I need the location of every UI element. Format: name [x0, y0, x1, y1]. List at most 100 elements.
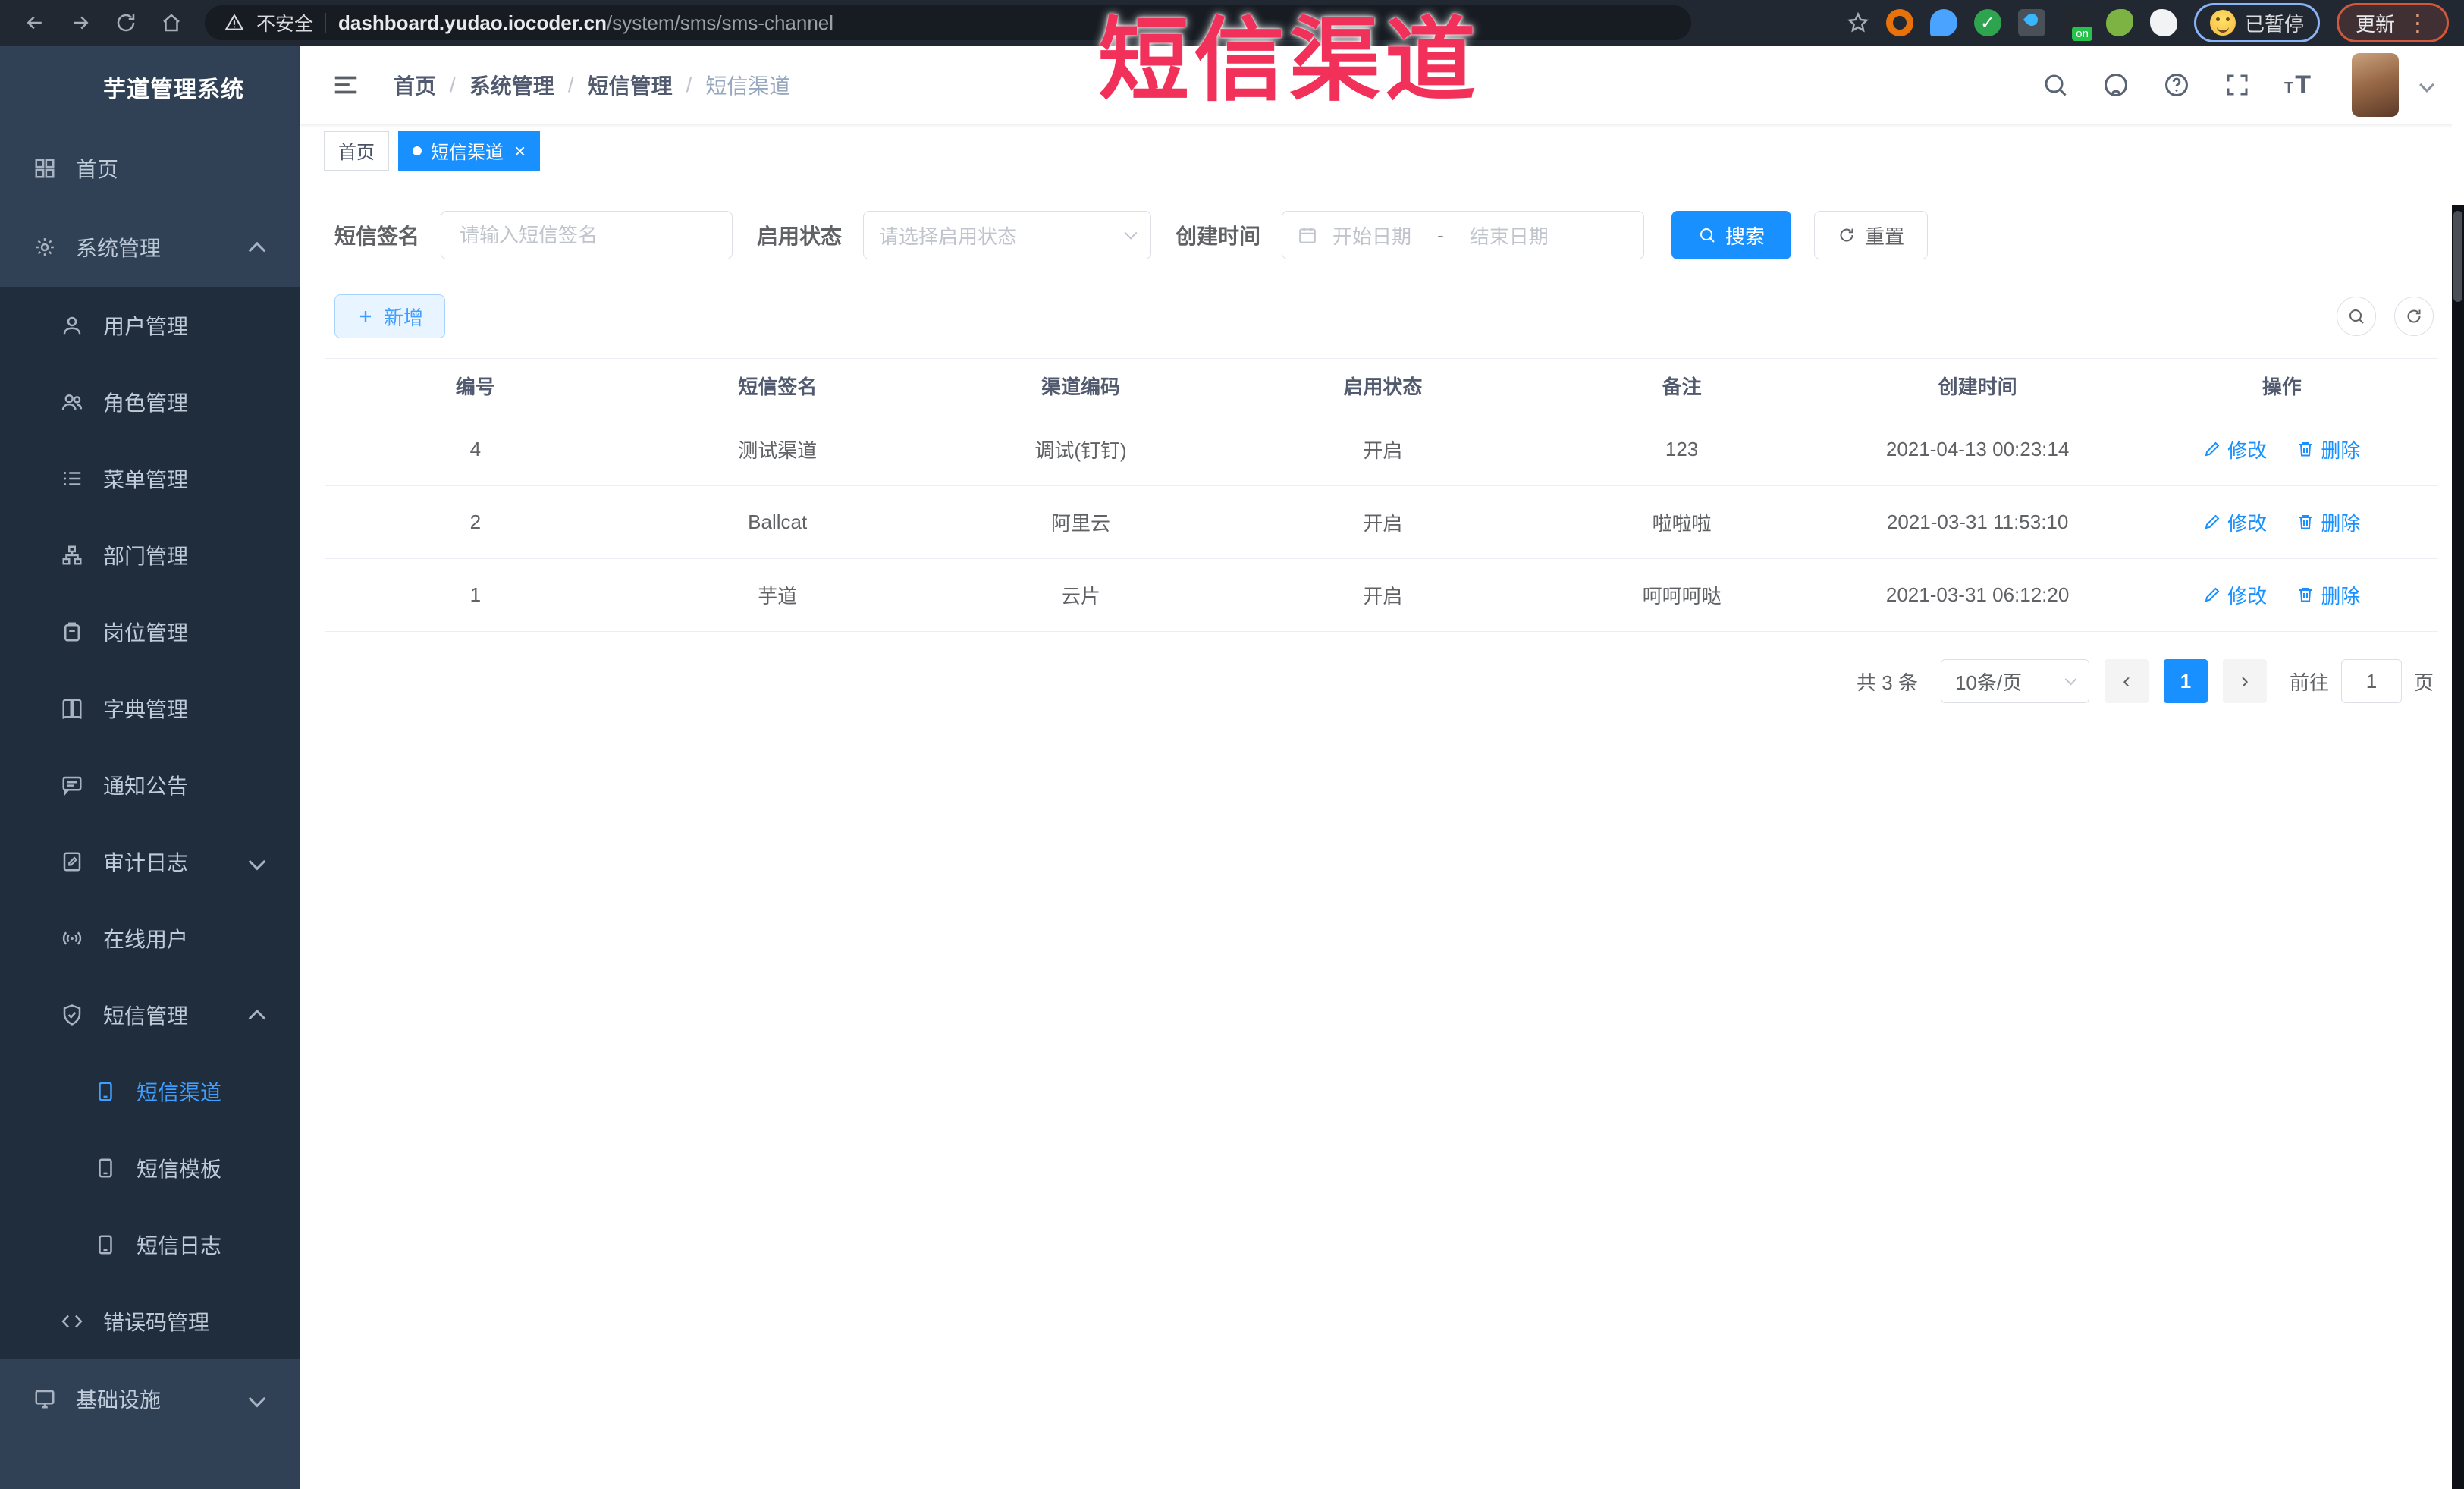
app-logo: [38, 64, 85, 111]
edit-link[interactable]: 修改: [2203, 435, 2267, 463]
sidebar-item-menu-mgmt[interactable]: 菜单管理: [0, 440, 300, 517]
gear-icon: [33, 236, 56, 259]
paused-extension-pill[interactable]: 已暂停: [2193, 3, 2320, 42]
page-scrollbar[interactable]: [2452, 91, 2464, 1489]
browser-forward-icon[interactable]: [61, 5, 100, 41]
browser-menu-icon[interactable]: ⋮: [2406, 11, 2430, 35]
sidebar-logo-row[interactable]: 芋道管理系统: [0, 46, 300, 129]
user-icon: [61, 314, 83, 337]
breadcrumb-item[interactable]: 首页: [394, 70, 436, 100]
sidebar-item-dict-mgmt[interactable]: 字典管理: [0, 670, 300, 746]
fullscreen-icon[interactable]: [2224, 71, 2251, 99]
tag-home[interactable]: 首页: [324, 130, 389, 171]
bookmark-star-icon[interactable]: [1847, 11, 1869, 34]
phone-icon: [94, 1080, 117, 1103]
delete-link[interactable]: 删除: [2296, 435, 2360, 463]
cell-actions: 修改 删除: [2125, 413, 2438, 486]
org-tree-icon: [61, 544, 83, 567]
extension-icon-pin[interactable]: [1929, 9, 1957, 36]
avatar-caret-icon[interactable]: [2419, 77, 2434, 93]
sidebar-item-user-mgmt[interactable]: 用户管理: [0, 287, 300, 363]
tags-view-bar: 首页 短信渠道 ×: [300, 124, 2464, 177]
sidebar-item-dept-mgmt[interactable]: 部门管理: [0, 517, 300, 593]
top-navbar: 首页 / 系统管理 / 短信管理 / 短信渠道 TT: [300, 46, 2464, 124]
sidebar-item-notice[interactable]: 通知公告: [0, 746, 300, 823]
edit-link[interactable]: 修改: [2203, 581, 2267, 609]
page-content: 短信签名 启用状态 请选择启用状态 创建时间 开始日期 - 结束日期: [300, 177, 2464, 1489]
breadcrumb-item-current: 短信渠道: [705, 74, 791, 98]
search-button[interactable]: 搜索: [1671, 211, 1792, 259]
breadcrumb: 首页 / 系统管理 / 短信管理 / 短信渠道: [394, 70, 790, 100]
trash-icon: [2298, 442, 2313, 457]
browser-update-button[interactable]: 更新 ⋮: [2336, 3, 2449, 42]
tag-sms-channel[interactable]: 短信渠道 ×: [398, 130, 541, 171]
breadcrumb-item[interactable]: 系统管理: [469, 70, 554, 100]
next-page-button[interactable]: ›: [2222, 659, 2267, 703]
close-icon[interactable]: ×: [514, 141, 526, 161]
sidebar-item-infrastructure[interactable]: 基础设施: [0, 1359, 300, 1438]
date-range-picker[interactable]: 开始日期 - 结束日期: [1282, 211, 1645, 259]
avatar[interactable]: [2352, 53, 2399, 117]
search-icon[interactable]: [2042, 71, 2069, 99]
page-number-1[interactable]: 1: [2163, 659, 2208, 703]
sidebar-item-online-users[interactable]: 在线用户: [0, 900, 300, 976]
cell-remark: 呵呵呵哒: [1533, 558, 1830, 632]
github-icon[interactable]: [2102, 71, 2130, 99]
sidebar-item-error-code[interactable]: 错误码管理: [0, 1283, 300, 1359]
status-select[interactable]: 请选择启用状态: [863, 211, 1152, 259]
sidebar-item-role-mgmt[interactable]: 角色管理: [0, 363, 300, 440]
signature-input[interactable]: [441, 211, 733, 259]
sms-channel-table: 编号 短信签名 渠道编码 启用状态 备注 创建时间 操作 4 测试渠道 调试(钉…: [325, 358, 2438, 632]
prev-page-button[interactable]: ‹: [2104, 659, 2149, 703]
sidebar-item-post-mgmt[interactable]: 岗位管理: [0, 593, 300, 670]
font-size-icon[interactable]: TT: [2284, 71, 2311, 100]
chevron-down-icon: [1124, 226, 1138, 240]
browser-home-icon[interactable]: [152, 5, 191, 41]
add-button[interactable]: 新增: [334, 294, 446, 338]
column-header-created: 创建时间: [1829, 358, 2126, 413]
toggle-search-button[interactable]: [2337, 297, 2376, 336]
edit-link[interactable]: 修改: [2203, 508, 2267, 536]
refresh-table-button[interactable]: [2394, 297, 2434, 336]
pencil-icon: [2205, 515, 2220, 529]
extension-icon-switch[interactable]: [2061, 9, 2092, 41]
sidebar-item-home[interactable]: 首页: [0, 129, 300, 208]
cell-id: 4: [325, 413, 626, 486]
delete-link[interactable]: 删除: [2296, 581, 2360, 609]
breadcrumb-item[interactable]: 短信管理: [588, 70, 673, 100]
delete-link[interactable]: 删除: [2296, 508, 2360, 536]
dashboard-icon: [33, 157, 56, 180]
cell-signature: 芋道: [625, 558, 930, 632]
hamburger-icon[interactable]: [331, 71, 360, 99]
extension-icon-plant[interactable]: [2105, 9, 2133, 36]
reset-button[interactable]: 重置: [1814, 211, 1929, 259]
page-size-select[interactable]: 10条/页: [1940, 659, 2089, 703]
sidebar-item-system-mgmt[interactable]: 系统管理: [0, 208, 300, 287]
sidebar-item-audit-log[interactable]: 审计日志: [0, 823, 300, 900]
goto-page-input[interactable]: [2340, 659, 2402, 703]
extension-icon-drop[interactable]: [2017, 9, 2045, 36]
cell-code: 云片: [929, 558, 1232, 632]
sidebar-item-label: 短信渠道: [137, 1080, 222, 1104]
sidebar-item-sms-log[interactable]: 短信日志: [0, 1206, 300, 1283]
extension-icon-puzzle[interactable]: [2149, 9, 2177, 36]
browser-reload-icon[interactable]: [106, 5, 146, 41]
address-bar[interactable]: 不安全 dashboard.yudao.iocoder.cn/system/sm…: [205, 5, 1691, 40]
extension-icon-check[interactable]: ✓: [1973, 9, 2001, 36]
url-path: /system/sms/sms-channel: [606, 11, 834, 34]
range-separator: -: [1437, 223, 1444, 247]
chevron-up-icon: [248, 1009, 266, 1027]
sidebar-item-sms-mgmt[interactable]: 短信管理: [0, 976, 300, 1053]
sidebar-item-sms-template[interactable]: 短信模板: [0, 1129, 300, 1206]
browser-back-icon[interactable]: [15, 5, 55, 41]
cell-created: 2021-03-31 11:53:10: [1829, 485, 2126, 559]
plus-icon: [359, 309, 372, 323]
sidebar-item-sms-channel[interactable]: 短信渠道: [0, 1053, 300, 1129]
help-icon[interactable]: [2163, 71, 2190, 99]
search-filter-form: 短信签名 启用状态 请选择启用状态 创建时间 开始日期 - 结束日期: [334, 211, 2438, 259]
code-icon: [61, 1310, 83, 1333]
phone-icon: [94, 1233, 117, 1256]
scrollbar-thumb[interactable]: [2453, 211, 2462, 302]
sidebar-item-label: 字典管理: [103, 697, 189, 721]
extension-icon-orange[interactable]: [1885, 9, 1913, 36]
